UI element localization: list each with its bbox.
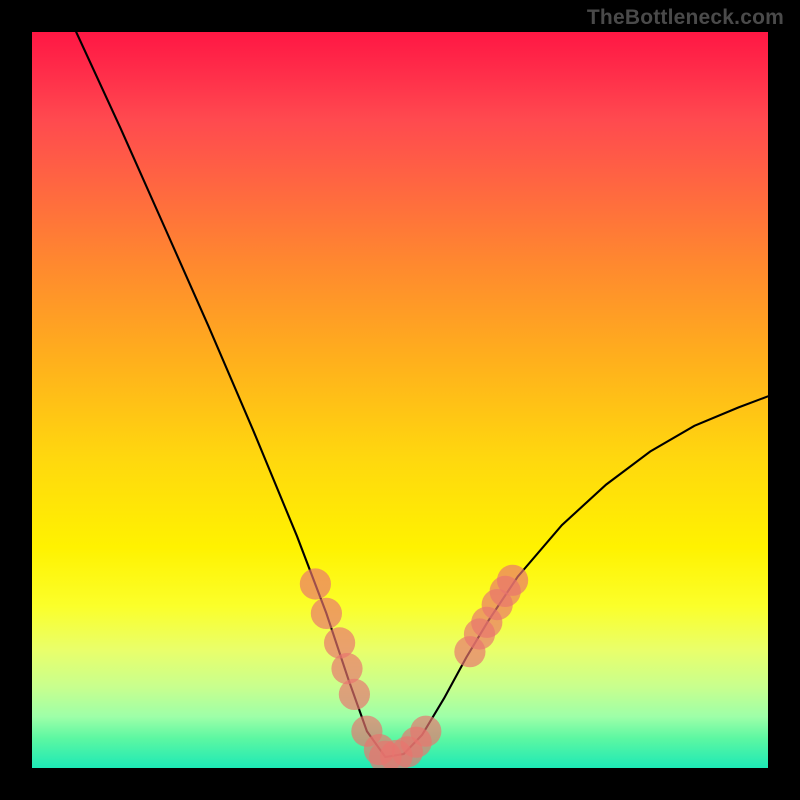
marker-dot: [339, 679, 370, 710]
bottleneck-curve: [76, 32, 768, 757]
marker-dot: [497, 565, 528, 596]
chart-frame: TheBottleneck.com: [0, 0, 800, 800]
chart-svg: [32, 32, 768, 768]
plot-area: [32, 32, 768, 768]
marker-dot: [311, 598, 342, 629]
marker-dot: [410, 716, 441, 747]
markers: [300, 565, 528, 768]
marker-dot: [300, 568, 331, 599]
watermark-text: TheBottleneck.com: [587, 6, 784, 30]
